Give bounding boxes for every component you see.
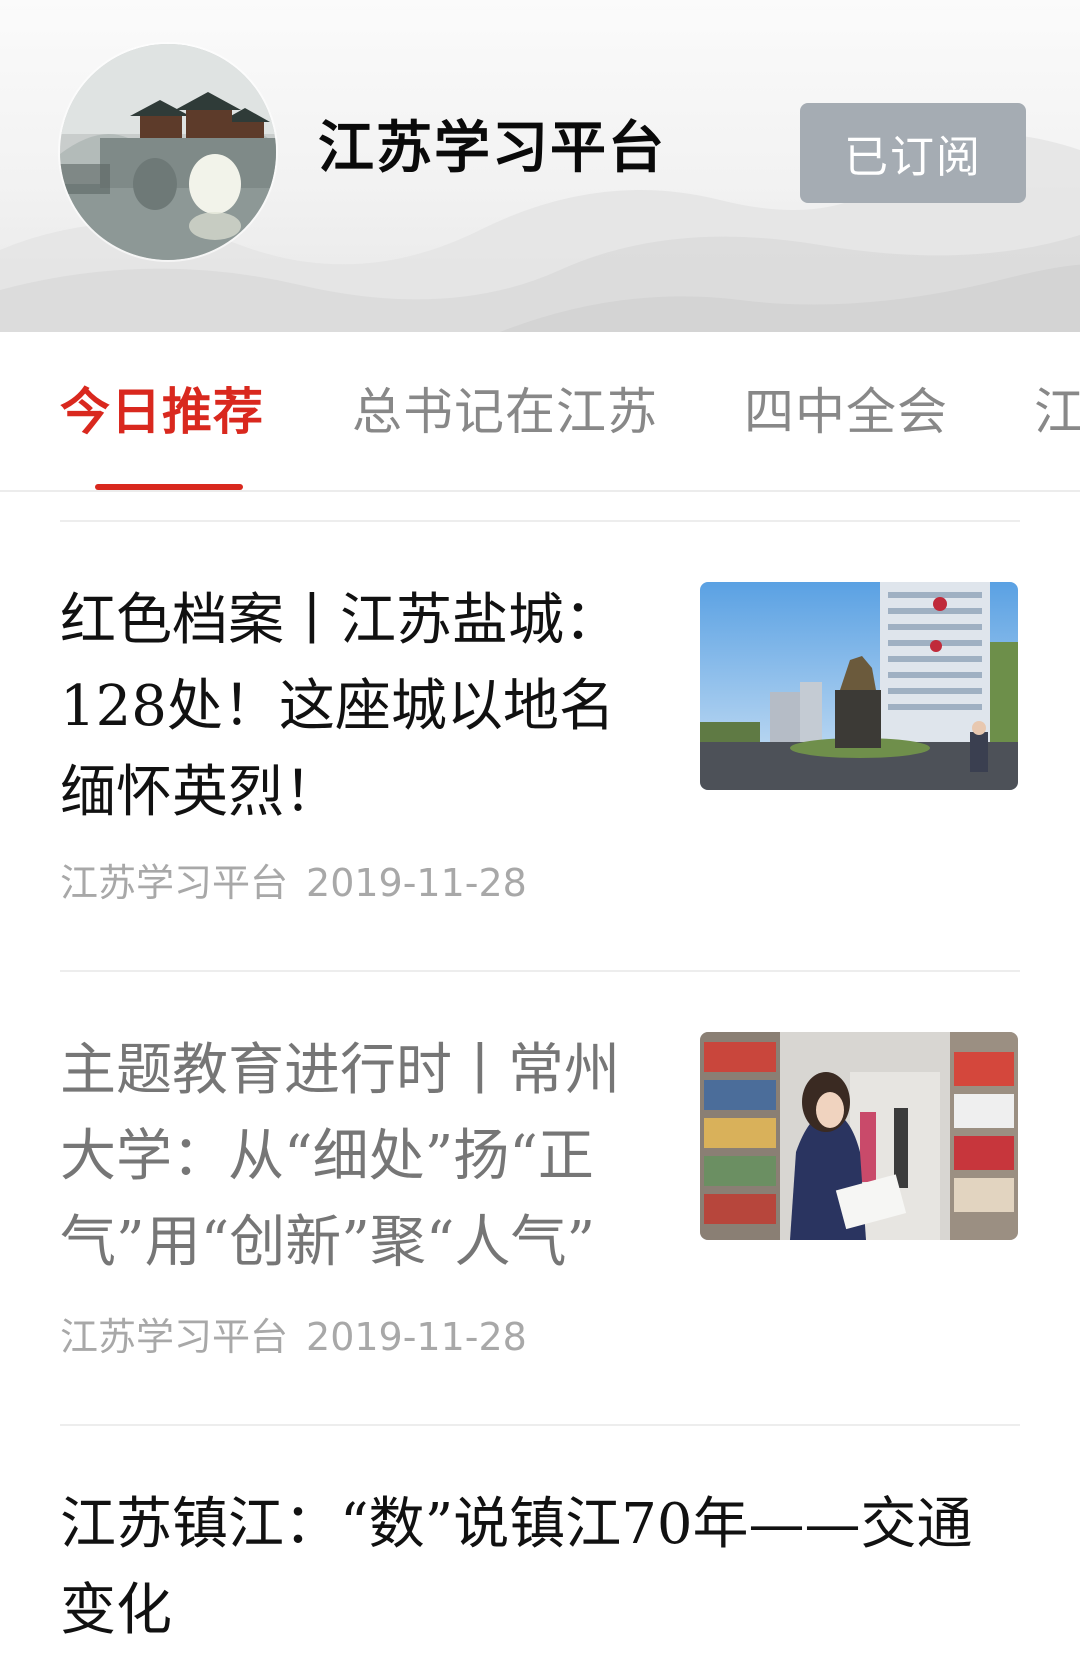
article-date: 2019-11-28 — [306, 1315, 527, 1359]
channel-tabs: 今日推荐 总书记在江苏 四中全会 江 — [0, 332, 1080, 492]
list-divider — [60, 970, 1020, 972]
article-meta: 江苏学习平台 2019-11-28 — [60, 1312, 527, 1362]
account-name: 江苏学习平台 — [318, 115, 666, 181]
active-tab-indicator — [95, 484, 243, 490]
city-statue-image — [700, 582, 1018, 790]
article-source: 江苏学习平台 — [60, 861, 289, 905]
library-reading-image — [700, 1032, 1018, 1240]
account-header: 江苏学习平台 已订阅 — [0, 0, 1080, 332]
article-title[interactable]: 主题教育进行时丨常州大学：从“细处”扬“正气”用“创新”聚“人气” — [60, 1028, 660, 1286]
list-divider — [60, 520, 1020, 522]
account-avatar[interactable] — [60, 44, 276, 260]
article-thumbnail[interactable] — [700, 582, 1018, 790]
pavilion-bridge-icon — [60, 44, 276, 260]
article-meta: 江苏学习平台 2019-11-28 — [60, 858, 527, 908]
list-divider — [60, 1424, 1020, 1426]
article-title[interactable]: 红色档案丨江苏盐城：128处！这座城以地名缅怀英烈！ — [60, 578, 660, 836]
article-thumbnail[interactable] — [700, 1032, 1018, 1240]
tab-overflow[interactable]: 江 — [1034, 372, 1080, 452]
tab-general-secretary-in-jiangsu[interactable]: 总书记在江苏 — [352, 372, 658, 452]
subscribed-button[interactable]: 已订阅 — [800, 103, 1026, 203]
article-date: 2019-11-28 — [306, 861, 527, 905]
tab-today-recommend[interactable]: 今日推荐 — [60, 372, 264, 452]
article-source: 江苏学习平台 — [60, 1315, 289, 1359]
tab-fourth-plenary-session[interactable]: 四中全会 — [744, 372, 948, 452]
article-title[interactable]: 江苏镇江：“数”说镇江70年——交通变化 — [60, 1482, 1020, 1654]
